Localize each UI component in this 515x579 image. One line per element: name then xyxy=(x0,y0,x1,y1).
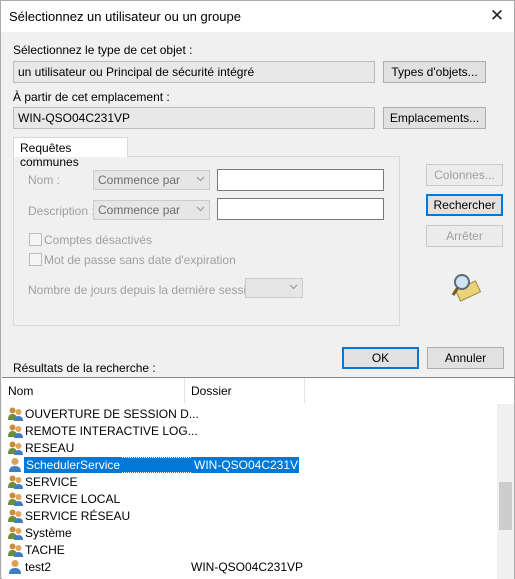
group-icon xyxy=(7,525,24,541)
chevron-down-icon xyxy=(196,176,205,182)
row-folder: WIN-QSO04C231VP xyxy=(191,457,306,473)
name-mode-value: Commence par xyxy=(98,173,181,187)
user-icon xyxy=(7,559,24,575)
results-list[interactable]: Nom Dossier OUVERTURE DE SESSION D... REM… xyxy=(2,377,514,579)
list-item[interactable]: test2 WIN-QSO04C231VP xyxy=(6,559,496,576)
row-folder: WIN-QSO04C231VP xyxy=(191,560,304,574)
name-label: Nom : xyxy=(28,173,61,187)
group-icon xyxy=(7,542,24,558)
list-item[interactable]: SchedulerService WIN-QSO04C231VP xyxy=(6,457,496,474)
list-item[interactable]: RESEAU xyxy=(6,440,496,457)
location-field: WIN-QSO04C231VP xyxy=(13,107,375,129)
group-icon xyxy=(7,474,24,490)
days-since-login-select[interactable] xyxy=(245,278,303,298)
search-icon xyxy=(451,274,482,302)
disabled-accounts-label: Comptes désactivés xyxy=(44,233,153,247)
row-name: SERVICE xyxy=(25,475,78,489)
list-item[interactable]: REMOTE INTERACTIVE LOG... xyxy=(6,423,496,440)
column-header-folder[interactable]: Dossier xyxy=(185,378,305,403)
results-label: Résultats de la recherche : xyxy=(13,361,156,375)
object-types-button[interactable]: Types d'objets... xyxy=(383,61,486,83)
row-name: RESEAU xyxy=(25,441,75,455)
object-type-label: Sélectionnez le type de cet objet : xyxy=(13,43,193,57)
group-icon xyxy=(7,440,24,456)
no-expire-password-checkbox[interactable] xyxy=(29,253,42,266)
locations-button[interactable]: Emplacements... xyxy=(383,107,486,129)
row-name: OUVERTURE DE SESSION D... xyxy=(25,407,199,421)
days-since-login-label: Nombre de jours depuis la dernière sessi… xyxy=(28,283,267,297)
disabled-accounts-checkbox[interactable] xyxy=(29,233,42,246)
list-item[interactable]: TACHE xyxy=(6,542,496,559)
row-name: Système xyxy=(25,526,72,540)
user-icon xyxy=(7,457,24,473)
object-type-field: un utilisateur ou Principal de sécurité … xyxy=(13,61,375,83)
column-header-name[interactable]: Nom xyxy=(2,378,185,403)
name-input[interactable] xyxy=(217,169,384,191)
list-item[interactable]: OUVERTURE DE SESSION D... xyxy=(6,406,496,423)
ok-button[interactable]: OK xyxy=(342,347,419,369)
row-name: SERVICE RÉSEAU xyxy=(25,509,131,523)
row-name: SERVICE LOCAL xyxy=(25,492,121,506)
description-mode-select[interactable]: Commence par xyxy=(93,200,210,220)
columns-button[interactable]: Colonnes... xyxy=(426,164,503,186)
chevron-down-icon xyxy=(289,284,298,290)
search-button[interactable]: Rechercher xyxy=(426,194,503,216)
row-name: SchedulerService xyxy=(24,457,123,473)
row-name: TACHE xyxy=(25,543,65,557)
no-expire-password-label: Mot de passe sans date d'expiration xyxy=(44,253,236,267)
description-label: Description : xyxy=(28,204,95,218)
cancel-button[interactable]: Annuler xyxy=(427,347,504,369)
list-item[interactable]: SERVICE xyxy=(6,474,496,491)
scrollbar-thumb[interactable] xyxy=(499,482,512,530)
chevron-down-icon xyxy=(196,206,205,212)
list-item[interactable]: Système xyxy=(6,525,496,542)
group-icon xyxy=(7,423,24,439)
tab-common-queries[interactable]: Requêtes communes xyxy=(13,137,128,169)
select-user-dialog: Sélectionnez un utilisateur ou un groupe… xyxy=(0,0,515,579)
close-icon: ✕ xyxy=(489,6,505,25)
list-item[interactable]: SERVICE LOCAL xyxy=(6,491,496,508)
close-button[interactable]: ✕ xyxy=(482,2,512,30)
location-label: À partir de cet emplacement : xyxy=(13,90,170,104)
list-item[interactable]: SERVICE RÉSEAU xyxy=(6,508,496,525)
title-bar: Sélectionnez un utilisateur ou un groupe… xyxy=(1,1,514,32)
row-name: REMOTE INTERACTIVE LOG... xyxy=(25,424,198,438)
description-mode-value: Commence par xyxy=(98,203,181,217)
row-name: test2 xyxy=(25,560,52,574)
group-icon xyxy=(7,508,24,524)
group-icon xyxy=(7,406,24,422)
description-input[interactable] xyxy=(217,198,384,220)
results-scrollbar[interactable] xyxy=(497,404,514,579)
group-icon xyxy=(7,491,24,507)
dialog-title: Sélectionnez un utilisateur ou un groupe xyxy=(9,9,241,24)
stop-button[interactable]: Arrêter xyxy=(426,225,503,247)
name-mode-select[interactable]: Commence par xyxy=(93,170,210,190)
